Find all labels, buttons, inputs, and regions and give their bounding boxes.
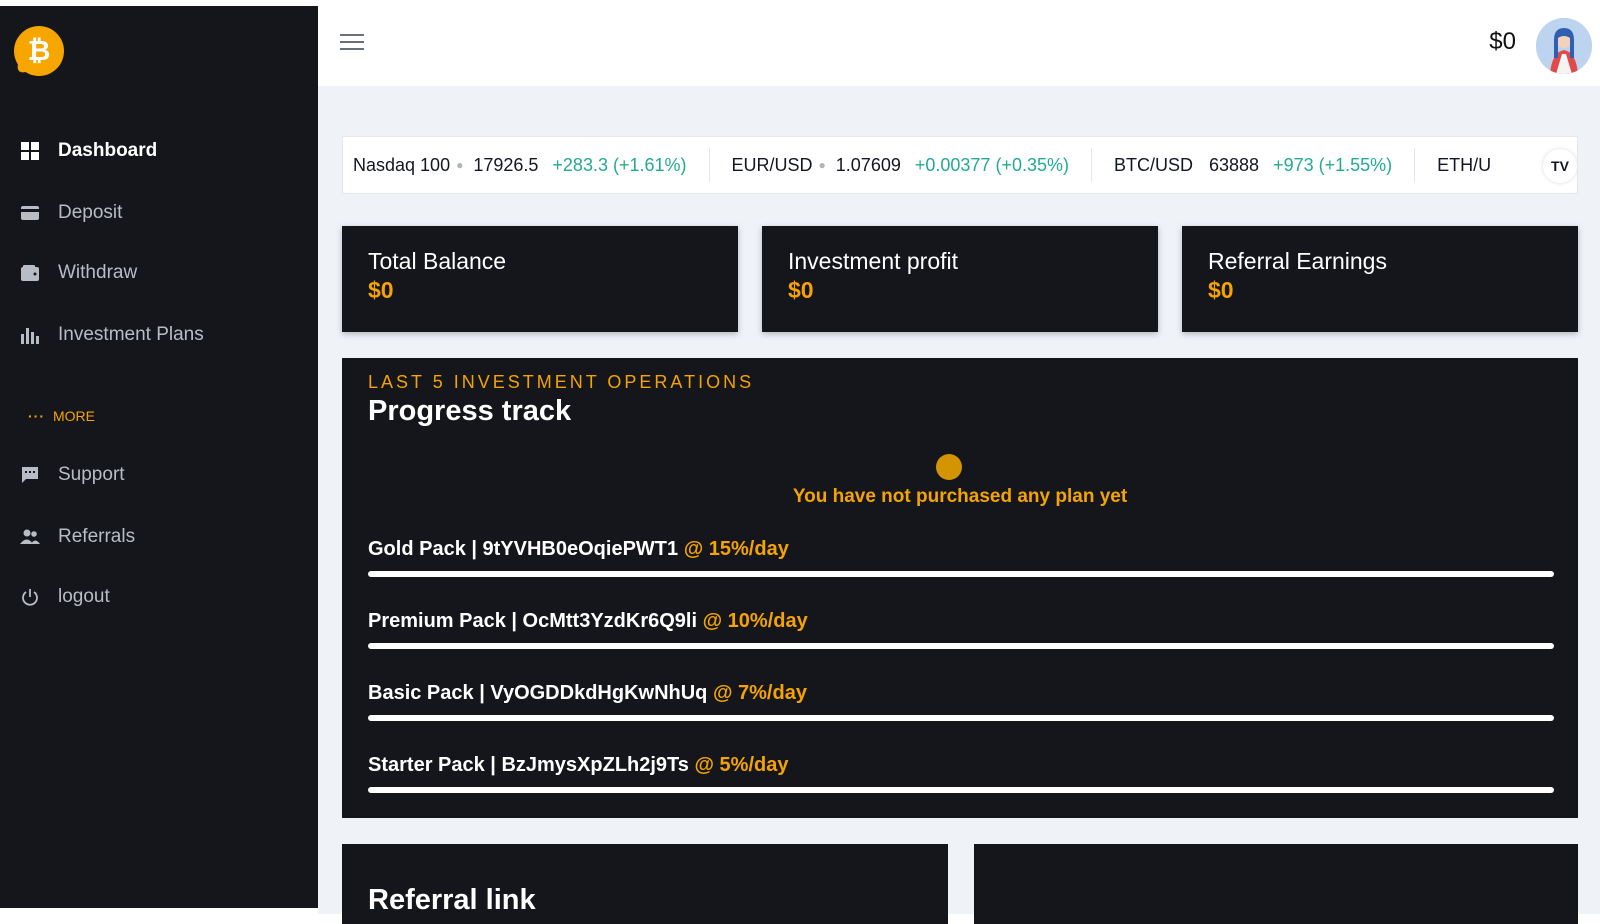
chat-icon: [20, 465, 40, 485]
ticker-item[interactable]: Nasdaq 100 ● 17926.5 +283.3 (+1.61%): [343, 148, 710, 182]
sidebar-item-deposit[interactable]: Deposit: [20, 198, 122, 228]
plan-progress-bar: [368, 643, 1554, 649]
plan-name: Starter Pack | BzJmysXpZLh2j9Ts: [368, 754, 689, 776]
plan-label: Starter Pack | BzJmysXpZLh2j9Ts @ 5%/day: [368, 754, 1554, 777]
ticker-item[interactable]: ETH/U: [1415, 148, 1519, 182]
wallet-icon: [20, 263, 40, 283]
sidebar-item-dashboard[interactable]: Dashboard: [20, 136, 157, 166]
bitcoin-logo-icon[interactable]: ₿: [12, 24, 66, 78]
stat-label: Total Balance: [368, 248, 507, 274]
sidebar-item-label: Investment Plans: [58, 324, 204, 345]
sidebar: ₿ Dashboard Deposit Withdraw Investment …: [0, 6, 318, 908]
plan-rate: @ 15%/day: [683, 538, 789, 560]
plan-rate: @ 7%/day: [712, 682, 807, 704]
card-icon: [20, 203, 40, 223]
plan-progress-row: Starter Pack | BzJmysXpZLh2j9Ts @ 5%/day: [368, 754, 1554, 793]
plan-rate: @ 5%/day: [694, 754, 789, 776]
ticker-price: 63888: [1209, 154, 1260, 175]
sidebar-item-label: Deposit: [58, 202, 123, 223]
more-dots-icon: ···: [28, 408, 45, 424]
plan-label: Premium Pack | OcMtt3YzdKr6Q9li @ 10%/da…: [368, 610, 1554, 633]
plan-progress-row: Basic Pack | VyOGDDkdHgKwNhUq @ 7%/day: [368, 682, 1554, 721]
users-icon: [20, 527, 40, 547]
investment-operations-panel: LAST 5 INVESTMENT OPERATIONS Progress tr…: [342, 358, 1578, 818]
stat-label: Investment profit: [788, 248, 959, 274]
stat-value: $0: [788, 277, 814, 303]
avatar[interactable]: [1536, 18, 1592, 74]
plan-name: Gold Pack | 9tYVHB0eOqiePWT1: [368, 538, 679, 560]
plan-rate: @ 10%/day: [702, 610, 808, 632]
main-content: Nasdaq 100 ● 17926.5 +283.3 (+1.61%) EUR…: [318, 86, 1600, 924]
sidebar-item-label: Dashboard: [58, 140, 158, 161]
empty-state-dot-icon: [936, 454, 962, 480]
ticker-price: 17926.5: [473, 154, 539, 175]
ticker-dot-icon: ●: [818, 158, 826, 172]
plan-label: Basic Pack | VyOGDDkdHgKwNhUq @ 7%/day: [368, 682, 1554, 705]
plan-progress-bar: [368, 787, 1554, 793]
sidebar-item-referrals[interactable]: Referrals: [20, 522, 135, 552]
referral-link-title: Referral link: [368, 884, 536, 916]
plan-label: Gold Pack | 9tYVHB0eOqiePWT1 @ 15%/day: [368, 538, 1554, 561]
top-bar: $0: [318, 0, 1600, 86]
plan-progress-bar: [368, 715, 1554, 721]
market-ticker[interactable]: Nasdaq 100 ● 17926.5 +283.3 (+1.61%) EUR…: [342, 136, 1578, 194]
ticker-change: +283.3 (+1.61%): [552, 154, 687, 175]
sidebar-item-withdraw[interactable]: Withdraw: [20, 258, 137, 288]
power-icon: [20, 587, 40, 607]
sidebar-more-heading: ··· MORE: [28, 408, 95, 424]
grid-icon: [20, 141, 40, 161]
ticker-change: +0.00377 (+0.35%): [914, 154, 1069, 175]
stat-value: $0: [1208, 277, 1234, 303]
svg-text:₿: ₿: [28, 34, 51, 67]
section-title: Progress track: [368, 395, 572, 427]
stat-label: Referral Earnings: [1208, 248, 1387, 274]
secondary-card: [974, 844, 1578, 924]
header-balance: $0: [1489, 28, 1516, 55]
stat-card-total-balance: Total Balance $0: [342, 226, 738, 332]
plan-progress-row: Premium Pack | OcMtt3YzdKr6Q9li @ 10%/da…: [368, 610, 1554, 649]
sidebar-item-label: Withdraw: [58, 262, 138, 283]
stat-card-investment-profit: Investment profit $0: [762, 226, 1158, 332]
stat-card-referral-earnings: Referral Earnings $0: [1182, 226, 1578, 332]
sidebar-item-label: Support: [58, 464, 125, 485]
ticker-change: +973 (+1.55%): [1273, 154, 1393, 175]
sidebar-item-investment-plans[interactable]: Investment Plans: [20, 320, 204, 350]
ticker-symbol: EUR/USD: [731, 154, 813, 175]
ticker-item[interactable]: EUR/USD ● 1.07609 +0.00377 (+0.35%): [710, 148, 1092, 182]
plan-progress-bar: [368, 571, 1554, 577]
sidebar-item-logout[interactable]: logout: [20, 582, 110, 612]
bar-chart-icon: [20, 325, 40, 345]
more-label: MORE: [53, 408, 95, 424]
ticker-symbol: BTC/USD: [1113, 154, 1193, 175]
plan-name: Basic Pack | VyOGDDkdHgKwNhUq: [368, 682, 708, 704]
sidebar-item-label: logout: [58, 586, 110, 607]
plan-progress-row: Gold Pack | 9tYVHB0eOqiePWT1 @ 15%/day: [368, 538, 1554, 577]
ticker-price: 1.07609: [835, 154, 901, 175]
ticker-symbol: Nasdaq 100: [353, 154, 451, 175]
plan-name: Premium Pack | OcMtt3YzdKr6Q9li: [368, 610, 698, 632]
ticker-symbol: ETH/U: [1437, 154, 1492, 175]
referral-link-card: Referral link: [342, 844, 948, 924]
empty-state-message: You have not purchased any plan yet: [792, 486, 1128, 507]
section-kicker: LAST 5 INVESTMENT OPERATIONS: [368, 372, 755, 392]
hamburger-menu-icon[interactable]: [340, 34, 364, 52]
ticker-dot-icon: ●: [456, 158, 464, 172]
tradingview-logo-icon[interactable]: TV: [1543, 149, 1577, 183]
sidebar-item-support[interactable]: Support: [20, 460, 125, 490]
sidebar-item-label: Referrals: [58, 526, 136, 547]
ticker-item[interactable]: BTC/USD 63888 +973 (+1.55%): [1092, 148, 1416, 182]
stat-value: $0: [368, 277, 394, 303]
